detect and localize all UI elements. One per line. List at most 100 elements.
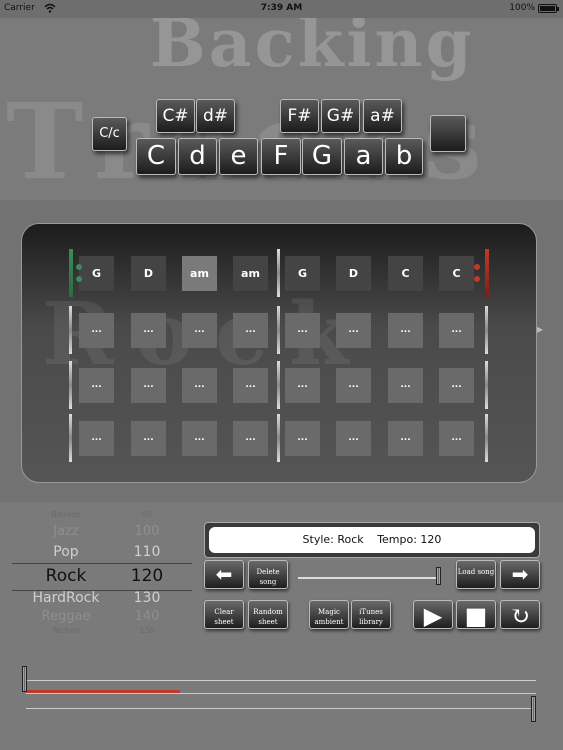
bar-line [69,361,72,409]
bar-line [277,414,280,462]
status-time: 7:39 AM [260,3,303,13]
empty-chord-cell[interactable]: ... [388,313,423,348]
stop-icon: ■ [464,602,488,630]
chord-cell[interactable]: D [336,256,371,291]
key-e[interactable]: e [219,138,258,175]
empty-chord-cell[interactable]: ... [182,368,217,403]
itunes-library-button[interactable]: iTunes library [351,600,391,629]
empty-chord-cell[interactable]: ... [388,368,423,403]
random-sheet-button[interactable]: Random sheet [248,600,288,629]
key-extra[interactable] [430,115,466,152]
chord-cell[interactable]: G [285,256,320,291]
bar-line [485,361,488,409]
key-c[interactable]: C [136,138,176,175]
timeline-track-bottom[interactable] [26,708,536,709]
bar-line [485,414,488,462]
key-mode-toggle[interactable]: C/c [92,117,127,151]
key-f[interactable]: F [261,138,301,175]
bar-line [69,249,73,297]
chord-cell[interactable]: am [233,256,268,291]
empty-chord-cell[interactable]: ... [233,313,268,348]
empty-chord-cell[interactable]: ... [388,421,423,456]
empty-chord-cell[interactable]: ... [233,368,268,403]
battery-icon [538,4,559,13]
repeat-icon: ↻ [509,602,531,630]
status-bar: Carrier 7:39 AM 100% [0,0,563,18]
empty-chord-cell[interactable]: ... [439,368,474,403]
empty-chord-cell[interactable]: ... [131,368,166,403]
picker-style-name: Jazz [53,524,79,539]
chord-cell[interactable]: am [182,256,217,291]
empty-chord-cell[interactable]: ... [79,368,114,403]
key-g[interactable]: G [302,138,342,175]
empty-chord-cell[interactable]: ... [285,368,320,403]
right-arrow-icon: ➡ [511,562,529,586]
timeline-track-top[interactable] [26,680,536,681]
empty-chord-cell[interactable]: ... [131,313,166,348]
bar-line [69,306,72,354]
timeline-start-thumb[interactable] [22,666,27,692]
key-a-sharp[interactable]: a# [363,99,402,133]
picker-style-name: Rock [45,566,87,586]
picker-tempo: 150 [139,626,155,635]
empty-chord-cell[interactable]: ... [79,313,114,348]
empty-chord-cell[interactable]: ... [439,313,474,348]
key-b[interactable]: b [385,138,423,175]
chord-cell[interactable]: C [388,256,423,291]
empty-chord-cell[interactable]: ... [336,313,371,348]
picker-selection-bottom [12,590,192,591]
empty-chord-cell[interactable]: ... [336,368,371,403]
empty-chord-cell[interactable]: ... [336,421,371,456]
style-label: Style: Rock [302,533,364,546]
chevron-right-icon: ▸ [537,322,544,336]
empty-chord-cell[interactable]: ... [182,313,217,348]
key-a[interactable]: a [344,138,383,175]
next-button[interactable]: ➡ [500,560,540,589]
picker-row[interactable]: Techno 150 [12,626,192,635]
magic-ambient-button[interactable]: Magic ambient [309,600,349,629]
bar-line [485,306,488,354]
repeat-dot [474,264,480,270]
play-button[interactable]: ▶ [413,600,453,630]
bar-line [277,306,280,354]
picker-selection-top [12,563,192,564]
picker-tempo: 100 [134,524,160,539]
key-g-sharp[interactable]: G# [321,99,360,133]
key-d[interactable]: d [178,138,217,175]
empty-chord-cell[interactable]: ... [285,421,320,456]
timeline-end-thumb[interactable] [531,696,536,722]
key-f-sharp[interactable]: F# [280,99,319,133]
empty-chord-cell[interactable]: ... [131,421,166,456]
style-tempo-display: Style: Rock Tempo: 120 [204,522,540,558]
chord-cell[interactable]: C [439,256,474,291]
empty-chord-cell[interactable]: ... [233,421,268,456]
key-d-sharp[interactable]: d# [196,99,235,133]
chord-cell[interactable]: D [131,256,166,291]
stop-button[interactable]: ■ [456,600,496,630]
battery-percent: 100% [509,3,535,13]
previous-button[interactable]: ⬅ [204,560,244,589]
load-song-button[interactable]: Load song [456,560,496,589]
picker-style-name: Reggae [41,609,91,624]
empty-chord-cell[interactable]: ... [182,421,217,456]
delete-song-button[interactable]: Delete song [248,560,288,589]
picker-style-name: Ballade [51,510,81,519]
empty-chord-cell[interactable]: ... [285,313,320,348]
repeat-dot [76,264,82,270]
picker-row[interactable]: Jazz 100 [12,524,192,546]
repeat-dot [76,276,82,282]
timeline-track-mid [26,693,536,694]
picker-row-selected[interactable]: Rock 120 [12,566,192,588]
key-c-sharp[interactable]: C# [156,99,195,133]
song-slider-track[interactable] [298,577,440,579]
bar-line [277,249,280,297]
chord-cell[interactable]: G [79,256,114,291]
empty-chord-cell[interactable]: ... [439,421,474,456]
picker-style-name: HardRock [32,590,100,606]
song-slider-thumb[interactable] [436,567,441,585]
picker-tempo: 120 [130,566,164,586]
clear-sheet-button[interactable]: Clear sheet [204,600,244,629]
loop-button[interactable]: ↻ [500,600,540,630]
style-picker[interactable]: Ballade 90 Jazz 100 Pop 110 Rock 120 HardRock 130… [12,510,192,635]
empty-chord-cell[interactable]: ... [79,421,114,456]
